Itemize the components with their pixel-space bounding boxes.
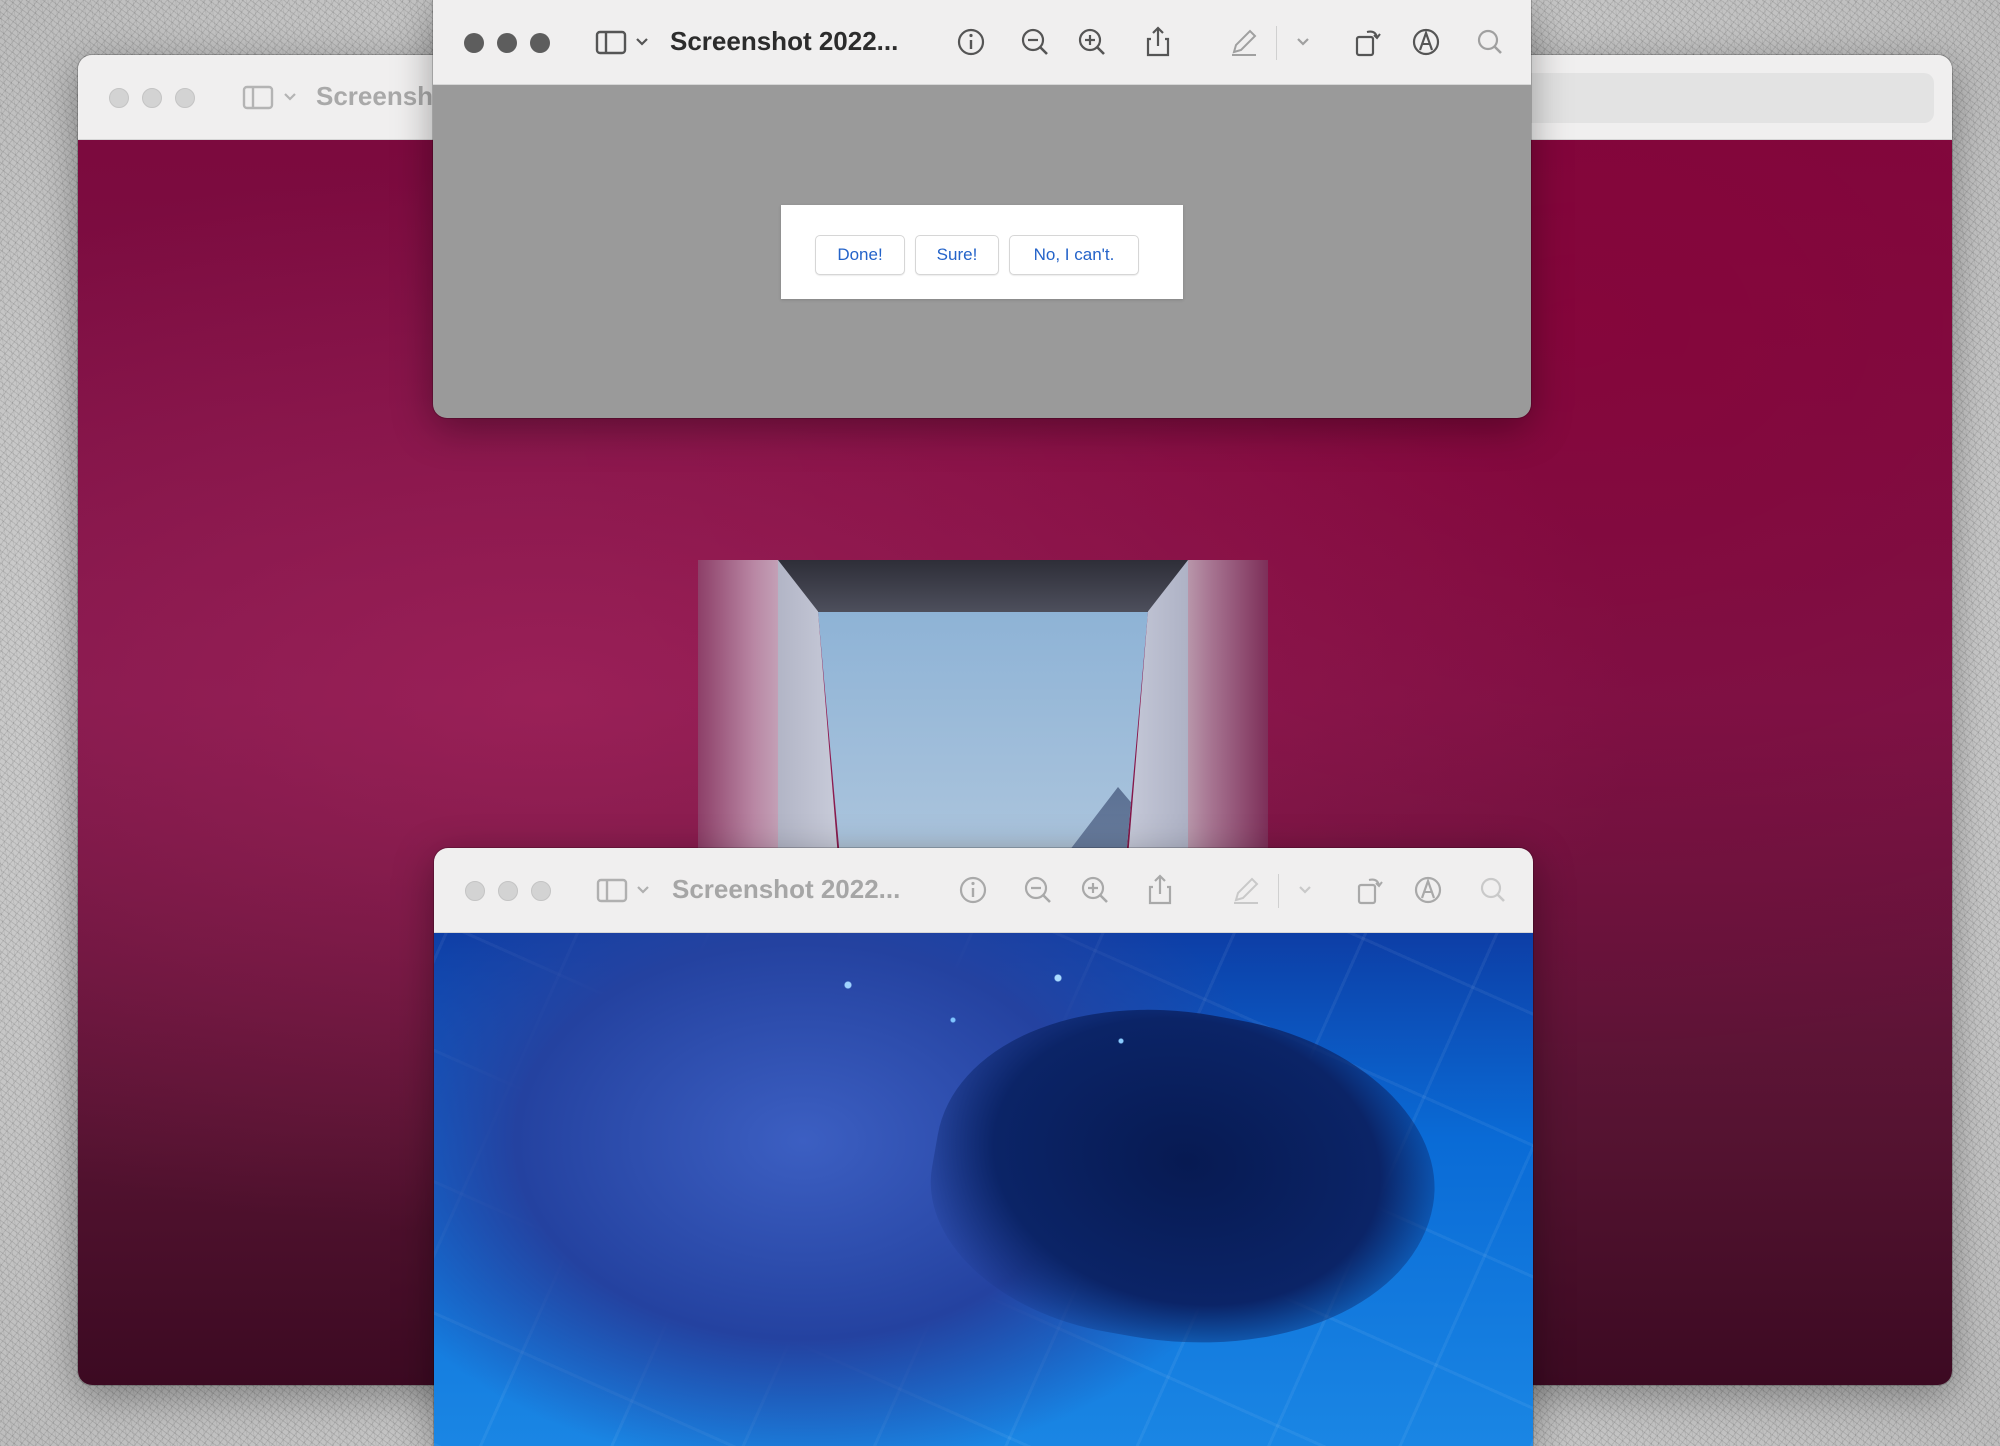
traffic-lights	[464, 33, 550, 53]
image-canvas: Done! Sure! No, I can't.	[433, 85, 1531, 418]
title-bar[interactable]: Screenshot 2022...	[434, 848, 1533, 933]
chevron-down-icon[interactable]	[623, 870, 663, 910]
annotate-icon[interactable]	[1408, 870, 1448, 910]
no-i-cant-button[interactable]: No, I can't.	[1009, 235, 1139, 275]
close-button[interactable]	[465, 881, 485, 901]
zoom-in-icon[interactable]	[1075, 870, 1115, 910]
button-dialog: Done! Sure! No, I can't.	[781, 205, 1183, 299]
zoom-button[interactable]	[175, 88, 195, 108]
zoom-out-icon[interactable]	[1018, 870, 1058, 910]
chevron-down-icon[interactable]	[270, 77, 310, 117]
toolbar-separator	[1278, 874, 1279, 908]
info-icon[interactable]	[953, 870, 993, 910]
toolbar-separator	[1276, 26, 1277, 60]
rotate-icon[interactable]	[1347, 22, 1387, 62]
traffic-lights	[109, 88, 195, 108]
done-button[interactable]: Done!	[815, 235, 905, 275]
zoom-out-icon[interactable]	[1015, 22, 1055, 62]
rotate-icon[interactable]	[1349, 870, 1389, 910]
sure-button[interactable]: Sure!	[915, 235, 999, 275]
zoom-button[interactable]	[530, 33, 550, 53]
zoom-in-icon[interactable]	[1072, 22, 1112, 62]
traffic-lights	[465, 881, 551, 901]
minimize-button[interactable]	[497, 33, 517, 53]
search-icon[interactable]	[1473, 870, 1513, 910]
search-icon[interactable]	[1470, 22, 1510, 62]
preview-window-active[interactable]: Screenshot 2022... Done! Sure! No, I can…	[433, 0, 1531, 418]
close-button[interactable]	[109, 88, 129, 108]
search-field[interactable]	[1514, 73, 1934, 123]
water-bubbles	[764, 943, 1184, 1083]
chevron-down-icon[interactable]	[622, 22, 662, 62]
window-title: Screenshot 2022...	[670, 26, 899, 56]
info-icon[interactable]	[951, 22, 991, 62]
close-button[interactable]	[464, 33, 484, 53]
markup-pen-icon[interactable]	[1226, 870, 1266, 910]
share-icon[interactable]	[1138, 22, 1178, 62]
window-title: Screenshot 2022...	[672, 874, 901, 904]
image-canvas	[434, 933, 1533, 1446]
annotate-icon[interactable]	[1406, 22, 1446, 62]
markup-pen-icon[interactable]	[1224, 22, 1264, 62]
title-bar[interactable]: Screenshot 2022...	[433, 0, 1531, 85]
chevron-down-icon[interactable]	[1285, 870, 1325, 910]
zoom-button[interactable]	[531, 881, 551, 901]
share-icon[interactable]	[1140, 870, 1180, 910]
minimize-button[interactable]	[142, 88, 162, 108]
chevron-down-icon[interactable]	[1283, 22, 1323, 62]
preview-window-bottom[interactable]: Screenshot 2022...	[434, 848, 1533, 1446]
corridor-ceiling	[778, 560, 1188, 612]
minimize-button[interactable]	[498, 881, 518, 901]
